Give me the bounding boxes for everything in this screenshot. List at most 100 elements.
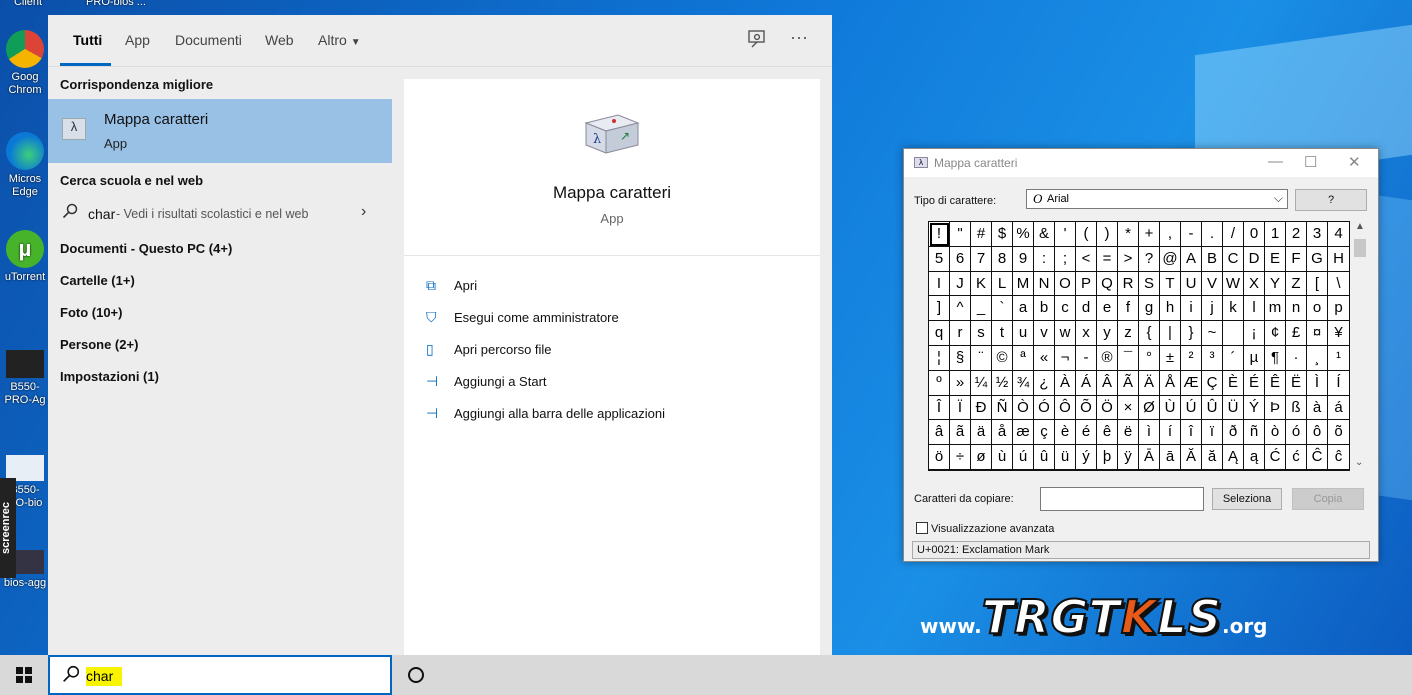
char-cell[interactable]: ß (1286, 395, 1307, 421)
char-cell[interactable]: í (1160, 420, 1181, 446)
char-cell[interactable]: Ö (1097, 395, 1118, 421)
char-cell[interactable]: ¬ (1055, 345, 1076, 371)
close-icon[interactable]: ✕ (1348, 153, 1361, 171)
char-cell[interactable]: Ð (971, 395, 992, 421)
char-cell[interactable]: q (929, 321, 950, 346)
char-cell[interactable]: R (1118, 271, 1139, 297)
char-cell[interactable]: ā (1160, 445, 1181, 470)
char-cell[interactable]: " (950, 222, 971, 247)
char-cell[interactable]: } (1181, 321, 1202, 346)
char-cell[interactable]: G (1307, 246, 1328, 272)
char-cell[interactable]: x (1076, 321, 1097, 346)
char-cell[interactable]: . (1202, 222, 1223, 247)
char-cell[interactable]: ¸ (1307, 345, 1328, 371)
char-cell[interactable]: Ë (1286, 370, 1307, 396)
char-cell[interactable]: < (1076, 246, 1097, 272)
char-cell[interactable]: Û (1202, 395, 1223, 421)
char-cell[interactable]: ³ (1202, 345, 1223, 371)
char-cell[interactable]: ĉ (1328, 445, 1349, 470)
char-cell[interactable]: $ (992, 222, 1013, 247)
char-cell[interactable]: _ (971, 296, 992, 322)
char-cell[interactable]: æ (1013, 420, 1034, 446)
char-cell[interactable]: ± (1160, 345, 1181, 371)
char-cell[interactable]: ä (971, 420, 992, 446)
desktop-icon-edge[interactable]: Micros Edge (0, 132, 50, 199)
char-cell[interactable]: u (1013, 321, 1034, 346)
char-cell[interactable]: À (1055, 370, 1076, 396)
char-cell[interactable]: 9 (1013, 246, 1034, 272)
char-cell[interactable]: c (1055, 296, 1076, 322)
char-cell[interactable]: ] (929, 296, 950, 322)
tab-app[interactable]: App (125, 32, 150, 48)
char-cell[interactable]: ¢ (1265, 321, 1286, 346)
char-cell[interactable]: ) (1097, 222, 1118, 247)
char-cell[interactable]: P (1076, 271, 1097, 297)
char-cell[interactable]: Ă (1181, 445, 1202, 470)
char-cell[interactable]: å (992, 420, 1013, 446)
desktop-icon-utorrent[interactable]: µ uTorrent (0, 230, 50, 284)
char-cell[interactable]: E (1265, 246, 1286, 272)
char-cell[interactable]: ð (1223, 420, 1244, 446)
char-cell[interactable]: Ñ (992, 395, 1013, 421)
char-cell[interactable]: d (1076, 296, 1097, 322)
char-cell[interactable]: ¤ (1307, 321, 1328, 346)
web-search-item[interactable]: char - Vedi i risultati scolastici e nel… (48, 199, 392, 229)
char-cell[interactable]: ¡ (1244, 321, 1265, 346)
char-cell[interactable]: ê (1097, 420, 1118, 446)
char-cell[interactable]: ü (1055, 445, 1076, 470)
char-cell[interactable]: ą (1244, 445, 1265, 470)
advanced-view-checkbox[interactable] (916, 522, 928, 534)
char-cell[interactable]: I (929, 271, 950, 297)
char-cell[interactable]: j (1202, 296, 1223, 322)
char-cell[interactable]: X (1244, 271, 1265, 297)
char-cell[interactable]: ù (992, 445, 1013, 470)
char-cell[interactable]: K (971, 271, 992, 297)
char-cell[interactable]: - (1076, 345, 1097, 371)
char-cell[interactable]: ¨ (971, 345, 992, 371)
taskbar-search-box[interactable] (48, 655, 392, 695)
char-cell[interactable]: t (992, 321, 1013, 346)
char-cell[interactable]: ^ (950, 296, 971, 322)
char-cell[interactable]: Ä (1139, 370, 1160, 396)
maximize-icon[interactable]: ☐ (1304, 153, 1317, 171)
char-cell[interactable]: Ó (1034, 395, 1055, 421)
char-cell[interactable]: : (1034, 246, 1055, 272)
char-cell[interactable]: Þ (1265, 395, 1286, 421)
char-cell[interactable]: v (1034, 321, 1055, 346)
copy-button[interactable]: Copia (1292, 488, 1364, 510)
char-cell[interactable]: ~ (1202, 321, 1223, 346)
char-cell[interactable]: w (1055, 321, 1076, 346)
char-cell[interactable]: ' (1055, 222, 1076, 247)
char-cell[interactable]: ® (1097, 345, 1118, 371)
char-cell[interactable]: Ô (1055, 395, 1076, 421)
scroll-down-icon[interactable]: ⌄ (1355, 457, 1363, 468)
char-cell[interactable]: « (1034, 345, 1055, 371)
char-cell[interactable]: ½ (992, 370, 1013, 396)
category-documenti[interactable]: Documenti - Questo PC (4+) (60, 241, 232, 256)
char-cell[interactable]: V (1202, 271, 1223, 297)
help-button[interactable]: ? (1295, 189, 1367, 211)
char-cell[interactable]: Ï (950, 395, 971, 421)
char-cell[interactable]: S (1139, 271, 1160, 297)
char-cell[interactable]: Æ (1181, 370, 1202, 396)
scroll-thumb[interactable] (1354, 239, 1366, 257)
char-cell[interactable]: e (1097, 296, 1118, 322)
char-cell[interactable]: ÿ (1118, 445, 1139, 470)
char-cell[interactable]: é (1076, 420, 1097, 446)
char-cell[interactable]: õ (1328, 420, 1349, 446)
char-cell[interactable]: Ą (1223, 445, 1244, 470)
char-cell[interactable]: Ā (1139, 445, 1160, 470)
char-cell[interactable]: = (1097, 246, 1118, 272)
char-cell[interactable]: [ (1307, 271, 1328, 297)
char-cell[interactable]: Õ (1076, 395, 1097, 421)
char-cell[interactable]: ć (1286, 445, 1307, 470)
char-cell[interactable]: @ (1160, 246, 1181, 272)
char-cell[interactable]: ¦ (929, 345, 950, 371)
char-cell[interactable]: £ (1286, 321, 1307, 346)
char-cell[interactable]: 8 (992, 246, 1013, 272)
char-cell[interactable]: s (971, 321, 992, 346)
char-cell[interactable]: % (1013, 222, 1034, 247)
char-cell[interactable]: U (1181, 271, 1202, 297)
desktop-icon-chrome[interactable]: Goog Chrom (0, 30, 50, 97)
char-cell[interactable]: ÷ (950, 445, 971, 470)
